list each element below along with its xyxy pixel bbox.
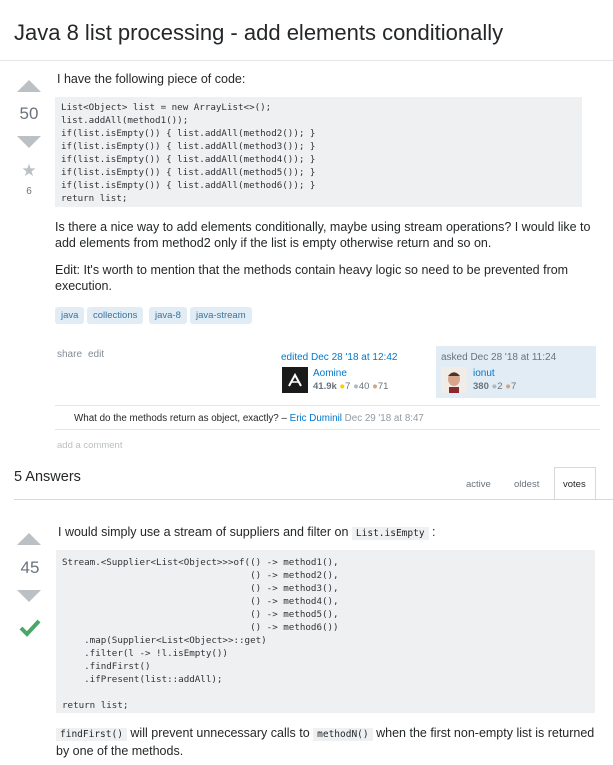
answer-vote-count: 45 [20,558,40,577]
asker-avatar[interactable] [441,367,467,393]
answer-code-line: Stream.<Supplier<List<Object>>>of(() -> … [62,557,339,568]
upvote-icon[interactable] [17,80,41,92]
edited-timestamp[interactable]: edited Dec 28 '18 at 12:42 [281,352,397,363]
answer-intro-code: List.isEmpty [351,527,429,540]
tab-active[interactable]: active [466,479,491,490]
question-code-line: if(list.isEmpty()) { list.addAll(method6… [61,180,316,191]
answer-code-line: return list; [62,700,129,711]
editor-bronze-count: 71 [377,381,389,392]
asked-timestamp: asked Dec 28 '18 at 11:24 [441,352,557,363]
asker-avatar-face [441,367,467,393]
favorite-count: 6 [26,186,32,197]
question-code-line: if(list.isEmpty()) { list.addAll(method2… [61,128,316,139]
asker-bronze-count: 7 [510,381,517,392]
question-intro: I have the following piece of code: [57,72,246,86]
question-code-line: if(list.isEmpty()) { list.addAll(method5… [61,167,316,178]
comment: What do the methods return as object, ex… [74,413,424,424]
favorite-star-icon[interactable]: ★ [9,161,49,181]
answer-intro-colon: : [432,525,436,539]
answer-code-line [62,686,595,699]
editor-reputation: 41.9k [313,381,337,392]
question-paragraph-1: Is there a nice way to add elements cond… [55,220,591,250]
tag-java-stream[interactable]: java-stream [190,307,252,324]
editor-name[interactable]: Aomine [313,368,347,379]
asker-reputation: 380 [473,381,489,392]
question-code-line: List<Object> list = new ArrayList<>(); [61,102,272,113]
answer-code-line: .ifPresent(list::addAll); [62,674,223,685]
comments-divider-top [55,405,600,406]
answer-outro-code2: methodN() [313,728,373,741]
answer-code-line: () -> method5(), [62,609,339,620]
answer-code-line: .map(Supplier<List<Object>>::get) [62,635,267,646]
asker-silver-count: 2 [497,381,503,392]
comment-text: What do the methods return as object, ex… [74,413,287,424]
question-code-line: return list; [61,193,128,204]
answer-outro-code1: findFirst() [56,728,127,741]
editor-silver-count: 40 [358,381,370,392]
editor-avatar[interactable] [282,367,308,393]
editor-reputation-line: 41.9k ●7 ●40 ●71 [313,381,388,392]
asker-name[interactable]: ionut [473,368,495,379]
accepted-checkmark-icon [18,617,42,644]
answers-count: 5 Answers [14,469,81,485]
question-vote-count: 50 [19,104,39,123]
answer-intro-text: I would simply use a stream of suppliers… [58,525,349,539]
comment-author[interactable]: Eric Duminil [290,413,342,424]
answer-upvote-icon[interactable] [17,533,41,545]
answer-code-line: () -> method6()) [62,622,339,633]
tag-java[interactable]: java [55,307,85,324]
comments-divider-bottom [55,429,600,430]
answer-code-block: Stream.<Supplier<List<Object>>>of(() -> … [56,550,595,713]
question-code-line: if(list.isEmpty()) { list.addAll(method3… [61,141,316,152]
downvote-icon[interactable] [17,136,41,148]
editor-avatar-logo [288,372,302,387]
share-link[interactable]: share [57,349,82,360]
answer-downvote-icon[interactable] [17,590,41,602]
question-code-block: List<Object> list = new ArrayList<>(); li… [55,97,582,207]
answer-outro: findFirst() will prevent unnecessary cal… [56,725,601,759]
question-code-line: list.addAll(method1()); [61,115,189,126]
tab-oldest[interactable]: oldest [514,479,539,490]
answers-header-divider [14,499,613,500]
answer-intro: I would simply use a stream of suppliers… [58,524,436,542]
asker-reputation-line: 380 ●2 ●7 [473,381,516,392]
comment-date: Dec 29 '18 at 8:47 [344,413,424,424]
answer-outro-mid: will prevent unnecessary calls to [130,726,310,740]
tag-collections[interactable]: collections [87,307,144,324]
tag-java-8[interactable]: java-8 [149,307,187,324]
title-divider [0,60,613,61]
edit-link[interactable]: edit [88,349,104,360]
question-paragraph-2: Edit: It's worth to mention that the met… [55,263,569,293]
question-title[interactable]: Java 8 list processing - add elements co… [14,20,503,46]
answer-code-line: () -> method2(), [62,570,339,581]
add-comment-link[interactable]: add a comment [57,440,122,451]
tab-votes[interactable]: votes [563,479,586,490]
answer-code-line: .findFirst() [62,661,151,672]
answer-code-line: () -> method4(), [62,596,339,607]
question-code-line: if(list.isEmpty()) { list.addAll(method4… [61,154,316,165]
editor-gold-count: 7 [345,381,351,392]
answer-code-line: () -> method3(), [62,583,339,594]
answer-code-line: .filter(l -> !l.isEmpty()) [62,648,228,659]
